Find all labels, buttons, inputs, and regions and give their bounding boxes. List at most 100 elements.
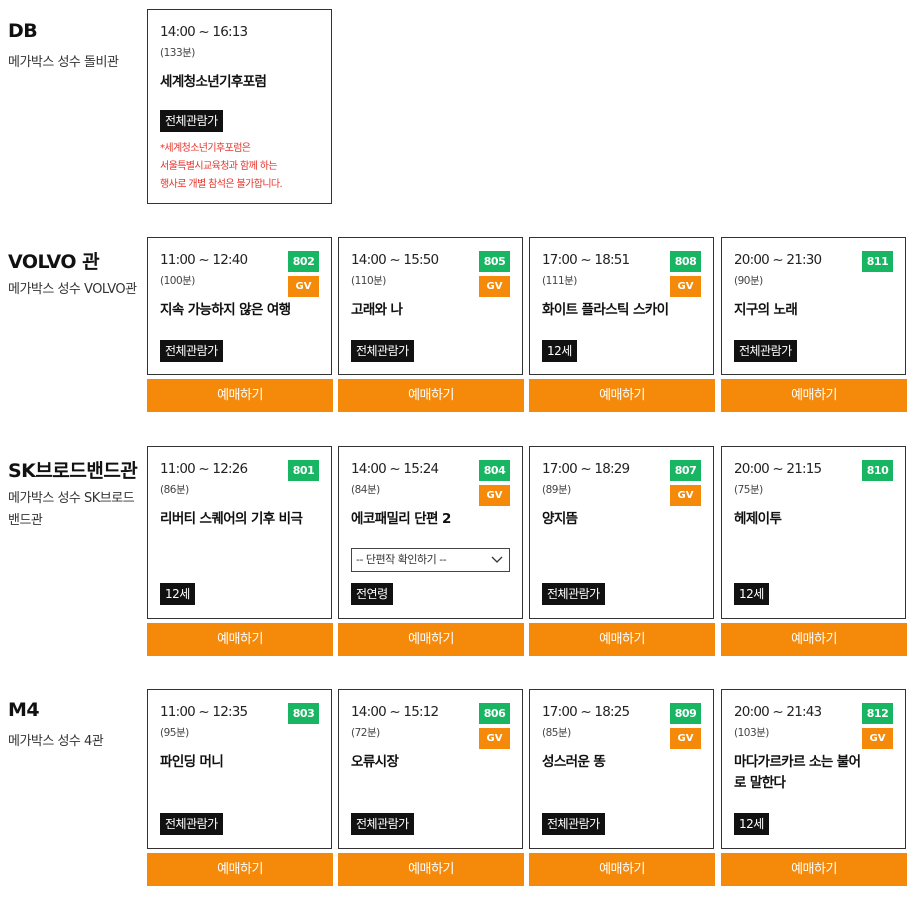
movie-title: 지속 가능하지 않은 여행	[160, 302, 291, 318]
movie-title: 파인딩 머니	[160, 754, 224, 770]
show-time: 14:00 ~ 15:12	[351, 704, 439, 720]
book-button[interactable]: 예매하기	[338, 623, 524, 656]
age-rating-badge: 전연령	[351, 583, 393, 605]
screen-number-badge: 804	[479, 460, 510, 481]
movie-title: 양지뜸	[542, 511, 578, 527]
screen-number-badge: 808	[670, 251, 701, 272]
screen-number-badge: 807	[670, 460, 701, 481]
show-card[interactable]: 20:00 ~ 21:15 (75분) 810 헤제이투 12세	[721, 446, 906, 619]
gv-badge: GV	[479, 728, 510, 749]
book-button[interactable]: 예매하기	[529, 379, 715, 412]
movie-title: 마다가르카르 소는 불어로 말한다	[734, 754, 861, 791]
show-time: 14:00 ~ 15:50	[351, 252, 439, 268]
screen-number-badge: 806	[479, 703, 510, 724]
short-film-select[interactable]: -- 단편작 확인하기 --	[351, 548, 510, 572]
age-rating-badge: 12세	[734, 583, 769, 605]
book-button[interactable]: 예매하기	[721, 853, 907, 886]
show-time: 20:00 ~ 21:43	[734, 704, 822, 720]
age-rating-badge: 12세	[542, 340, 577, 362]
show-card[interactable]: 17:00 ~ 18:25 (85분) 809 GV 성스러운 똥 전체관람가	[529, 689, 714, 849]
show-time: 11:00 ~ 12:35	[160, 704, 248, 720]
age-rating-badge: 전체관람가	[542, 813, 605, 835]
age-rating-badge: 전체관람가	[160, 340, 223, 362]
show-time: 20:00 ~ 21:30	[734, 252, 822, 268]
notice-text: *세계청소년기후포럼은 서울특별시교육청과 함께 하는 행사로 개별 참석은 불…	[160, 143, 283, 190]
show-card[interactable]: 14:00 ~ 16:13 (133분) 세계청소년기후포럼 전체관람가 *세계…	[147, 9, 332, 204]
movie-title: 에코패밀리 단편 2	[351, 511, 451, 527]
show-card[interactable]: 20:00 ~ 21:43 (103분) 812 GV 마다가르카르 소는 불어…	[721, 689, 906, 849]
gv-badge: GV	[288, 276, 319, 297]
gv-badge: GV	[479, 276, 510, 297]
age-rating-badge: 전체관람가	[351, 340, 414, 362]
show-runtime: (85분)	[542, 727, 571, 739]
age-rating-badge: 전체관람가	[351, 813, 414, 835]
screen-number-badge: 811	[862, 251, 893, 272]
book-button[interactable]: 예매하기	[721, 623, 907, 656]
movie-title: 리버티 스퀘어의 기후 비극	[160, 511, 303, 527]
show-card[interactable]: 17:00 ~ 18:29 (89분) 807 GV 양지뜸 전체관람가	[529, 446, 714, 619]
show-runtime: (100분)	[160, 275, 195, 287]
movie-title: 성스러운 똥	[542, 754, 606, 770]
book-button[interactable]: 예매하기	[721, 379, 907, 412]
movie-title: 화이트 플라스틱 스카이	[542, 302, 669, 318]
show-card[interactable]: 14:00 ~ 15:12 (72분) 806 GV 오류시장 전체관람가	[338, 689, 523, 849]
show-runtime: (111분)	[542, 275, 577, 287]
show-card[interactable]: 11:00 ~ 12:26 (86분) 801 리버티 스퀘어의 기후 비극 1…	[147, 446, 332, 619]
age-rating-badge: 전체관람가	[734, 340, 797, 362]
gv-badge: GV	[670, 485, 701, 506]
gv-badge: GV	[670, 728, 701, 749]
book-button[interactable]: 예매하기	[147, 379, 333, 412]
book-button[interactable]: 예매하기	[529, 853, 715, 886]
movie-title: 헤제이투	[734, 511, 782, 527]
show-runtime: (95분)	[160, 727, 189, 739]
age-rating-badge: 12세	[160, 583, 195, 605]
show-card[interactable]: 14:00 ~ 15:24 (84분) 804 GV 에코패밀리 단편 2 --…	[338, 446, 523, 619]
movie-title: 세계청소년기후포럼	[160, 74, 267, 90]
show-time: 17:00 ~ 18:29	[542, 461, 630, 477]
show-time: 14:00 ~ 15:24	[351, 461, 439, 477]
gv-badge: GV	[479, 485, 510, 506]
show-runtime: (72분)	[351, 727, 380, 739]
show-card[interactable]: 11:00 ~ 12:40 (100분) 802 GV 지속 가능하지 않은 여…	[147, 237, 332, 375]
movie-title: 지구의 노래	[734, 302, 798, 318]
show-card[interactable]: 14:00 ~ 15:50 (110분) 805 GV 고래와 나 전체관람가	[338, 237, 523, 375]
show-runtime: (103분)	[734, 727, 769, 739]
book-button[interactable]: 예매하기	[147, 853, 333, 886]
screen-number-badge: 809	[670, 703, 701, 724]
hall-desc: 메가박스 성수 SK브로드밴드관	[8, 491, 135, 528]
screen-number-badge: 801	[288, 460, 319, 481]
age-rating-badge: 전체관람가	[542, 583, 605, 605]
hall-name: M4	[8, 699, 40, 721]
show-time: 11:00 ~ 12:40	[160, 252, 248, 268]
age-rating-badge: 전체관람가	[160, 110, 223, 132]
show-runtime: (86분)	[160, 484, 189, 496]
show-runtime: (89분)	[542, 484, 571, 496]
age-rating-badge: 전체관람가	[160, 813, 223, 835]
hall-desc: 메가박스 성수 4관	[8, 734, 104, 749]
gv-badge: GV	[862, 728, 893, 749]
hall-name: SK브로드밴드관	[8, 460, 138, 482]
show-runtime: (84분)	[351, 484, 380, 496]
select-value: -- 단편작 확인하기 --	[356, 553, 447, 566]
book-button[interactable]: 예매하기	[338, 853, 524, 886]
age-rating-badge: 12세	[734, 813, 769, 835]
show-time: 20:00 ~ 21:15	[734, 461, 822, 477]
book-button[interactable]: 예매하기	[338, 379, 524, 412]
screen-number-badge: 802	[288, 251, 319, 272]
gv-badge: GV	[670, 276, 701, 297]
screen-number-badge: 810	[862, 460, 893, 481]
show-time: 17:00 ~ 18:25	[542, 704, 630, 720]
show-runtime: (75분)	[734, 484, 763, 496]
show-time: 11:00 ~ 12:26	[160, 461, 248, 477]
show-card[interactable]: 17:00 ~ 18:51 (111분) 808 GV 화이트 플라스틱 스카이…	[529, 237, 714, 375]
book-button[interactable]: 예매하기	[529, 623, 715, 656]
movie-title: 고래와 나	[351, 302, 403, 318]
book-button[interactable]: 예매하기	[147, 623, 333, 656]
show-runtime: (90분)	[734, 275, 763, 287]
screen-number-badge: 803	[288, 703, 319, 724]
show-time: 14:00 ~ 16:13	[160, 24, 248, 40]
movie-title: 오류시장	[351, 754, 399, 770]
show-card[interactable]: 11:00 ~ 12:35 (95분) 803 파인딩 머니 전체관람가	[147, 689, 332, 849]
show-card[interactable]: 20:00 ~ 21:30 (90분) 811 지구의 노래 전체관람가	[721, 237, 906, 375]
show-runtime: (110분)	[351, 275, 386, 287]
